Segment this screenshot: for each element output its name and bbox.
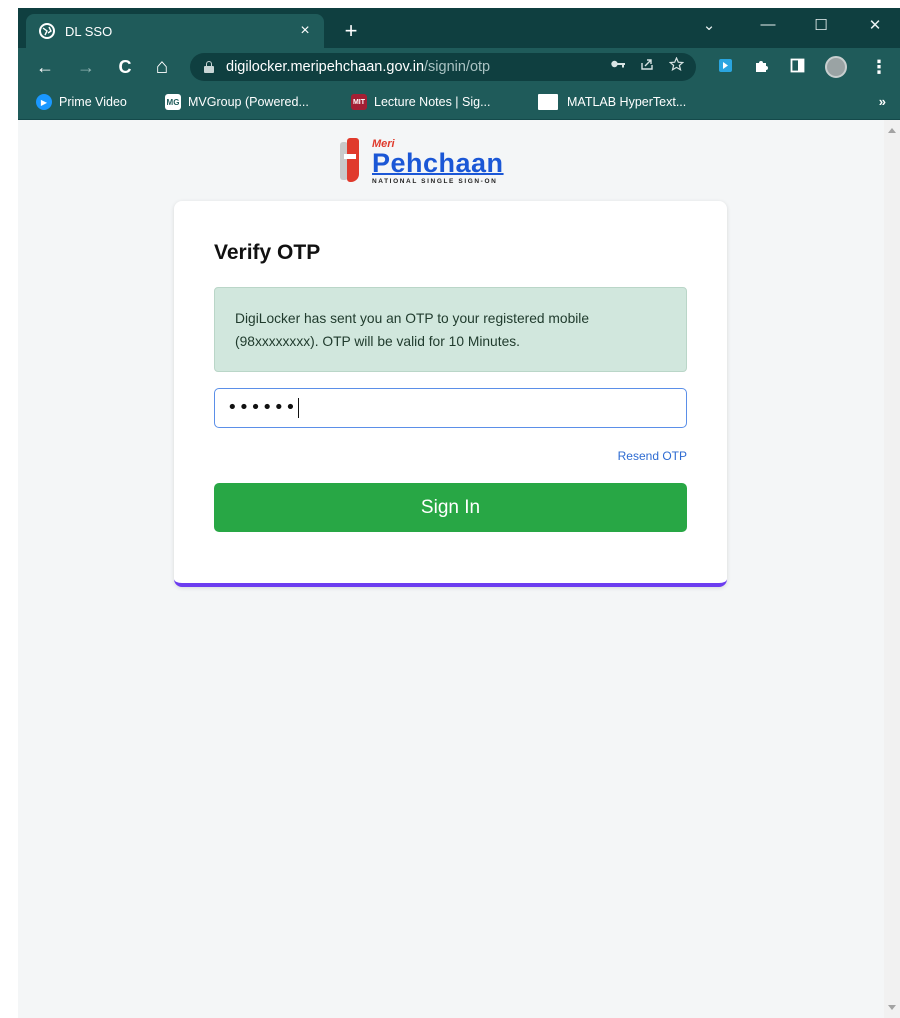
bookmark-matlab[interactable]: MATLAB HyperText... [538,94,686,110]
share-icon[interactable] [640,57,655,75]
bookmarks-bar: ▶ Prime Video MG MVGroup (Powered... MIT… [18,86,900,120]
bookmark-label: MATLAB HyperText... [567,95,687,109]
scrollbar[interactable] [884,120,900,1018]
mit-ocw-icon: MIT [351,94,367,110]
tab-title: DL SSO [65,23,113,39]
title-bar: DL SSO × + ⌄ — ☐ ✕ [18,8,900,48]
scroll-down-icon[interactable] [888,1005,896,1010]
page-title: Verify OTP [214,241,321,264]
tab-search-icon[interactable]: ⌄ [694,16,724,34]
matlab-icon [538,94,558,110]
bookmark-lecture-notes[interactable]: MIT Lecture Notes | Sig... [351,94,491,110]
new-tab-button[interactable]: + [340,20,362,43]
otp-input-value: •••••• [227,397,297,418]
otp-input[interactable]: •••••• [214,388,687,428]
puzzle-icon[interactable] [752,58,770,76]
text-caret [297,398,300,418]
tab-dl-sso[interactable]: DL SSO × [26,14,324,48]
avatar[interactable] [825,56,847,78]
back-button[interactable]: ← [34,56,56,78]
scroll-up-icon[interactable] [888,128,896,133]
bookmark-prime-video[interactable]: ▶ Prime Video [36,94,127,110]
screenshot-extension-icon[interactable] [716,58,734,76]
resend-otp-link[interactable]: Resend OTP [618,449,687,463]
menu-icon[interactable]: ⋮ [868,56,890,78]
otp-sent-alert: DigiLocker has sent you an OTP to your r… [214,287,687,372]
url-host: digilocker.meripehchaan.gov.in [226,59,425,75]
lock-icon[interactable] [204,61,214,73]
home-button[interactable]: ⌂ [151,56,173,78]
tab-close-icon[interactable]: × [296,22,314,40]
logo-mark-icon [340,138,362,182]
key-icon[interactable] [610,57,626,75]
verify-otp-card: Verify OTP DigiLocker has sent you an OT… [174,201,727,587]
url-path: /signin/otp [424,59,491,75]
logo-subtitle: NATIONAL SINGLE SIGN-ON [372,178,498,185]
sidepanel-icon[interactable] [788,58,806,76]
sign-in-button[interactable]: Sign In [214,483,687,532]
maximize-button[interactable]: ☐ [806,16,836,34]
bookmark-label: Prime Video [59,95,127,109]
star-icon[interactable] [668,56,685,75]
reload-button[interactable]: C [114,56,136,78]
logo-name-text: Pehchaan [372,148,504,178]
browser-toolbar: ← → C ⌂ digilocker.meripehchaan.gov.in /… [18,48,900,86]
globe-icon [39,23,55,39]
minimize-button[interactable]: — [753,16,783,33]
bookmarks-overflow-icon[interactable]: » [879,94,886,109]
browser-window: DL SSO × + ⌄ — ☐ ✕ ← → C ⌂ digilocker.me… [18,8,900,1018]
bookmark-mvgroup[interactable]: MG MVGroup (Powered... [165,94,309,110]
prime-video-icon: ▶ [36,94,52,110]
omnibox-actions [610,56,685,75]
bookmark-label: MVGroup (Powered... [188,95,309,109]
mvgroup-icon: MG [165,94,181,110]
forward-button[interactable]: → [75,56,97,78]
close-window-button[interactable]: ✕ [860,16,890,34]
address-bar[interactable]: digilocker.meripehchaan.gov.in /signin/o… [190,53,696,81]
meri-pehchaan-logo: Meri Pehchaan NATIONAL SINGLE SIGN-ON [340,138,504,185]
bookmark-label: Lecture Notes | Sig... [374,95,491,109]
